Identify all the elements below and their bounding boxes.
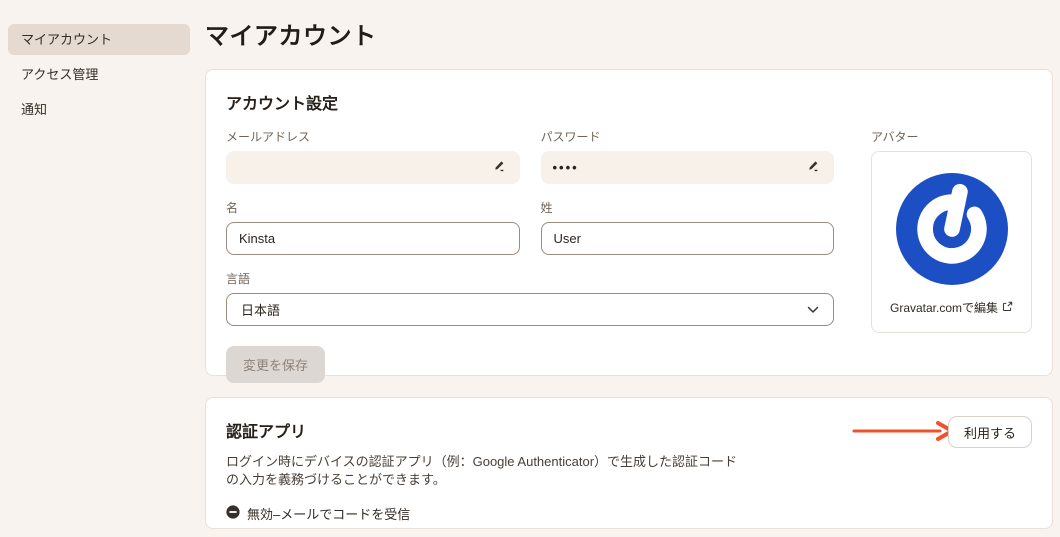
avatar-section: アバター Gravatar.comで編集 [871, 128, 1032, 383]
last-name-field-group: 姓 [540, 199, 834, 255]
first-name-field-group: 名 [226, 199, 520, 255]
email-edit-button[interactable] [490, 157, 508, 178]
page-title: マイアカウント [205, 23, 377, 50]
last-name-input[interactable] [540, 222, 834, 255]
last-name-label: 姓 [540, 201, 553, 215]
avatar-card: Gravatar.comで編集 [871, 151, 1032, 333]
language-field-group: 言語 日本語 [226, 270, 834, 326]
pencil-icon [806, 159, 820, 176]
email-field[interactable] [226, 151, 520, 184]
avatar-label: アバター [871, 130, 919, 144]
password-label: パスワード [540, 130, 601, 144]
authenticator-card: 認証アプリ ログイン時にデバイスの認証アプリ（例：Google Authenti… [205, 397, 1053, 529]
sidebar-item-my-account[interactable]: マイアカウント [8, 24, 190, 55]
password-masked-value: •••• [552, 160, 579, 175]
sidebar-item-access-management[interactable]: アクセス管理 [8, 59, 190, 90]
password-field[interactable]: •••• [540, 151, 834, 184]
main-content: マイアカウント アカウント設定 メールアドレス パスワード •••• 名 Kin… [205, 16, 1053, 529]
language-select[interactable]: 日本語 [226, 293, 834, 326]
gravatar-edit-link[interactable]: Gravatar.comで編集 [890, 299, 1013, 316]
authenticator-description: ログイン時にデバイスの認証アプリ（例：Google Authenticator）… [226, 454, 738, 487]
minus-circle-icon [226, 505, 240, 522]
first-name-input[interactable] [226, 222, 520, 255]
email-field-group: メールアドレス [226, 128, 520, 184]
chevron-down-icon [807, 302, 819, 317]
authenticator-status-row: 無効–メールでコードを受信 [226, 504, 1032, 523]
gravatar-logo [895, 173, 1008, 285]
gravatar-link-label: Gravatar.comで編集 [889, 301, 999, 315]
account-form: メールアドレス パスワード •••• 名 Kinsta 姓 User 言語 日本… [226, 128, 834, 383]
settings-sidebar: マイアカウント アクセス管理 通知 [8, 24, 190, 129]
external-link-icon [1002, 301, 1013, 315]
sidebar-item-notifications[interactable]: 通知 [8, 94, 190, 125]
language-label: 言語 [226, 272, 251, 286]
authenticator-status-text: 無効–メールでコードを受信 [247, 507, 411, 522]
email-label: メールアドレス [226, 130, 311, 144]
annotation-arrow-icon [852, 420, 956, 447]
account-page: { "page": { "title": "マイアカウント" }, "sideb… [0, 0, 1060, 537]
password-edit-button[interactable] [804, 157, 822, 178]
pencil-icon [492, 159, 506, 176]
enable-authenticator-button[interactable]: 利用する [947, 416, 1032, 448]
save-changes-button[interactable]: 変更を保存 [226, 346, 326, 383]
password-field-group: パスワード •••• [540, 128, 834, 184]
language-selected-value: 日本語 [241, 303, 281, 318]
account-settings-heading: アカウント設定 [226, 96, 339, 113]
account-settings-card: アカウント設定 メールアドレス パスワード •••• 名 Kinsta 姓 Us… [205, 69, 1053, 383]
first-name-label: 名 [226, 201, 239, 215]
